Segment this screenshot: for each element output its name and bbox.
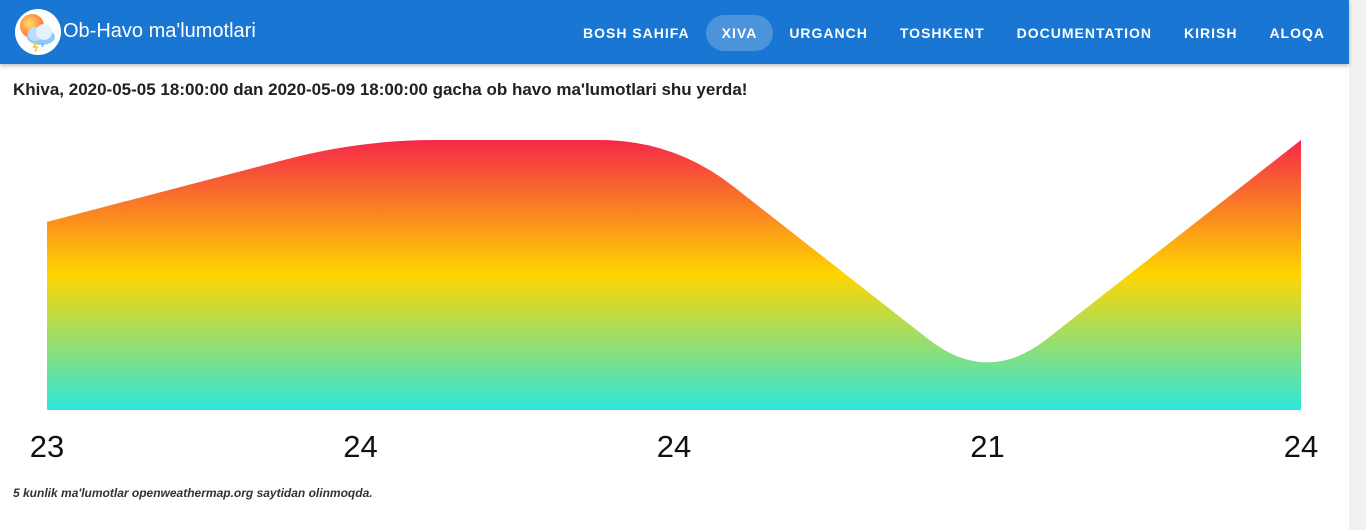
top-navbar: Ob-Havo ma'lumotlari BOSH SAHIFA XIVA UR… [0,0,1349,64]
data-source-note: 5 kunlik ma'lumotlar openweathermap.org … [13,486,373,500]
nav-item-xiva[interactable]: XIVA [705,15,774,51]
x-tick-label: 24 [657,429,691,464]
nav-item-urganch[interactable]: URGANCH [773,15,884,51]
x-tick-label: 23 [30,429,64,464]
x-tick-label: 21 [970,429,1004,464]
nav-item-aloqa[interactable]: ALOQA [1253,15,1341,51]
nav-item-bosh-sahifa[interactable]: BOSH SAHIFA [567,15,706,51]
x-tick-label: 24 [1284,429,1318,464]
nav-item-documentation[interactable]: DOCUMENTATION [1001,15,1168,51]
temperature-area-chart: 23 24 24 21 24 [30,140,1318,464]
app-brand-title[interactable]: Ob-Havo ma'lumotlari [63,20,256,43]
temperature-area-series [47,140,1301,410]
x-tick-label: 24 [343,429,377,464]
main-nav: BOSH SAHIFA XIVA URGANCH TOSHKENT DOCUME… [567,15,1341,51]
page-title: Khiva, 2020-05-05 18:00:00 dan 2020-05-0… [13,80,748,99]
nav-item-toshkent[interactable]: TOSHKENT [884,15,1001,51]
weather-cloud-icon[interactable] [15,9,61,55]
page-scrollbar[interactable] [1349,0,1366,530]
nav-item-kirish[interactable]: KIRISH [1168,15,1253,51]
